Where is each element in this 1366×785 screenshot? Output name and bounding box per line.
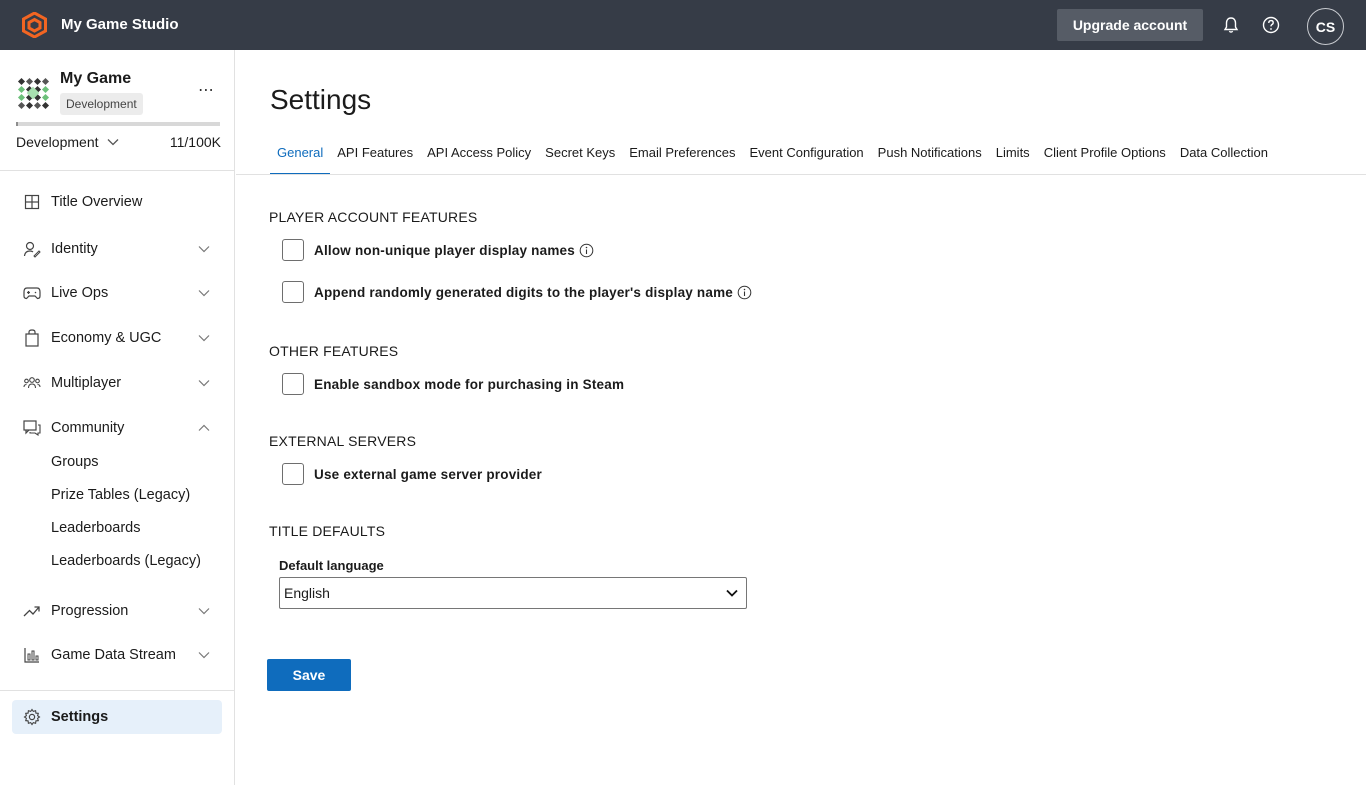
steam-sandbox-checkbox[interactable] (282, 373, 304, 395)
section-title-player-account: PLAYER ACCOUNT FEATURES (269, 209, 478, 225)
sidebar-item-game-data-stream[interactable]: Game Data Stream (12, 638, 222, 672)
sidebar-item-label: Multiplayer (51, 375, 122, 391)
avatar[interactable]: CS (1307, 8, 1344, 45)
default-language-label: Default language (279, 558, 384, 573)
environment-badge: Development (60, 93, 143, 115)
sidebar-item-label: Title Overview (51, 194, 143, 210)
sidebar-subitem-leaderboards-legacy[interactable]: Leaderboards (Legacy) (51, 553, 201, 569)
chat-icon (22, 418, 42, 438)
bell-icon[interactable] (1221, 15, 1241, 35)
sidebar-item-identity[interactable]: Identity (12, 232, 222, 266)
sidebar-subitem-groups[interactable]: Groups (51, 454, 99, 470)
chevron-down-icon (107, 139, 118, 146)
top-bar: My Game Studio Upgrade account CS (0, 0, 1366, 50)
tab-client-profile-options[interactable]: Client Profile Options (1037, 143, 1173, 175)
sidebar-item-label: Settings (51, 709, 109, 725)
settings-tabs: General API Features API Access Policy S… (270, 143, 1275, 175)
usage-bar-fill (16, 122, 19, 126)
people-icon (22, 373, 42, 393)
info-icon[interactable] (737, 285, 752, 300)
checkbox-row-append-digits[interactable]: Append randomly generated digits to the … (282, 281, 752, 303)
checkbox-label: Append randomly generated digits to the … (314, 284, 733, 300)
help-icon[interactable] (1261, 15, 1281, 35)
game-avatar-icon (17, 77, 50, 110)
tab-api-features[interactable]: API Features (330, 143, 420, 175)
checkbox-label: Enable sandbox mode for purchasing in St… (314, 376, 625, 392)
section-title-title-defaults: TITLE DEFAULTS (269, 523, 386, 539)
environment-selector[interactable]: Development (16, 134, 119, 150)
sidebar-item-label: Live Ops (51, 285, 109, 301)
chevron-down-icon (726, 589, 738, 597)
non-unique-names-checkbox[interactable] (282, 239, 304, 261)
tab-secret-keys[interactable]: Secret Keys (538, 143, 622, 175)
sidebar-item-settings[interactable]: Settings (12, 700, 222, 734)
default-language-select[interactable]: English (279, 577, 747, 609)
usage-bar (16, 122, 220, 126)
sidebar-divider (0, 690, 234, 691)
tab-general[interactable]: General (270, 143, 331, 175)
sidebar-item-label: Identity (51, 241, 98, 257)
save-button[interactable]: Save (267, 659, 351, 691)
section-title-external-servers: EXTERNAL SERVERS (269, 433, 417, 449)
section-title-other-features: OTHER FEATURES (269, 343, 399, 359)
checkbox-row-steam-sandbox[interactable]: Enable sandbox mode for purchasing in St… (282, 373, 624, 395)
environment-selector-label: Development (16, 134, 99, 150)
tabs-divider (236, 174, 1366, 175)
sidebar-divider (0, 170, 234, 171)
studio-name[interactable]: My Game Studio (61, 16, 179, 33)
user-icon (22, 239, 42, 259)
chevron-down-icon (198, 608, 210, 615)
sidebar-item-community[interactable]: Community (12, 411, 222, 445)
checkbox-row-external-server[interactable]: Use external game server provider (282, 463, 542, 485)
chevron-down-icon (198, 290, 210, 297)
sidebar-item-multiplayer[interactable]: Multiplayer (12, 366, 222, 400)
info-icon[interactable] (579, 243, 594, 258)
sidebar-item-economy-ugc[interactable]: Economy & UGC (12, 321, 222, 355)
shopping-bag-icon (22, 328, 42, 348)
usage-count: 11/100K (169, 134, 221, 150)
sidebar: My Game Development ⋯ Development 11/100… (0, 50, 235, 785)
tab-event-configuration[interactable]: Event Configuration (742, 143, 870, 175)
tab-limits[interactable]: Limits (989, 143, 1037, 175)
tab-push-notifications[interactable]: Push Notifications (871, 143, 989, 175)
sidebar-item-label: Economy & UGC (51, 330, 162, 346)
grid-icon (22, 192, 42, 212)
sidebar-subitem-leaderboards[interactable]: Leaderboards (51, 520, 141, 536)
tab-data-collection[interactable]: Data Collection (1173, 143, 1275, 175)
bar-chart-icon (22, 645, 42, 665)
chevron-down-icon (198, 652, 210, 659)
chevron-up-icon (198, 424, 210, 431)
page-title: Settings (270, 84, 372, 115)
sidebar-item-label: Game Data Stream (51, 647, 176, 663)
checkbox-label: Use external game server provider (314, 466, 542, 482)
chevron-down-icon (198, 335, 210, 342)
sidebar-item-progression[interactable]: Progression (12, 594, 222, 628)
gamepad-icon (22, 283, 42, 303)
chevron-down-icon (198, 246, 210, 253)
checkbox-row-non-unique-names[interactable]: Allow non-unique player display names (282, 239, 594, 261)
external-server-checkbox[interactable] (282, 463, 304, 485)
checkbox-label: Allow non-unique player display names (314, 242, 575, 258)
chevron-down-icon (198, 380, 210, 387)
game-name[interactable]: My Game (60, 70, 131, 88)
trending-up-icon (22, 601, 42, 621)
sidebar-item-live-ops[interactable]: Live Ops (12, 276, 222, 310)
sidebar-item-label: Progression (51, 603, 129, 619)
tab-api-access-policy[interactable]: API Access Policy (420, 143, 538, 175)
sidebar-subitem-prize-tables-legacy[interactable]: Prize Tables (Legacy) (51, 487, 190, 503)
upgrade-account-button[interactable]: Upgrade account (1057, 9, 1203, 41)
default-language-value: English (284, 585, 330, 601)
tab-email-preferences[interactable]: Email Preferences (622, 143, 742, 175)
sidebar-item-title-overview[interactable]: Title Overview (12, 185, 222, 219)
more-options-button[interactable]: ⋯ (198, 80, 215, 100)
gear-icon (22, 707, 42, 727)
append-digits-checkbox[interactable] (282, 281, 304, 303)
studio-logo-icon[interactable] (22, 12, 47, 38)
sidebar-item-label: Community (51, 420, 125, 436)
